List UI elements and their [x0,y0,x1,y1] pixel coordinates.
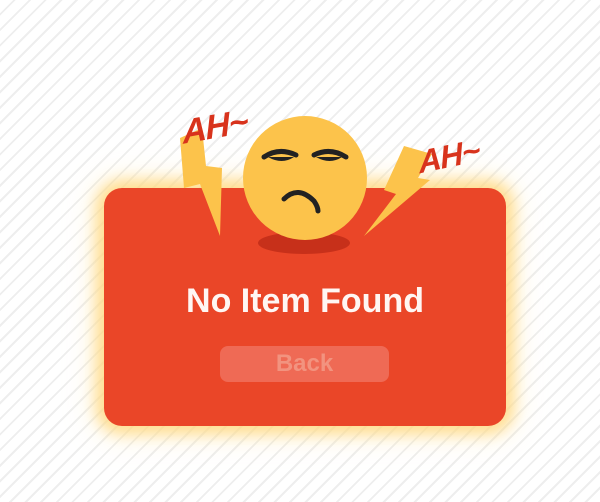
annoyed-face-icon [243,116,367,240]
page-title: No Item Found [186,282,424,320]
exclaim-left-text: AH~ [181,102,249,152]
back-button[interactable]: Back [220,346,389,382]
